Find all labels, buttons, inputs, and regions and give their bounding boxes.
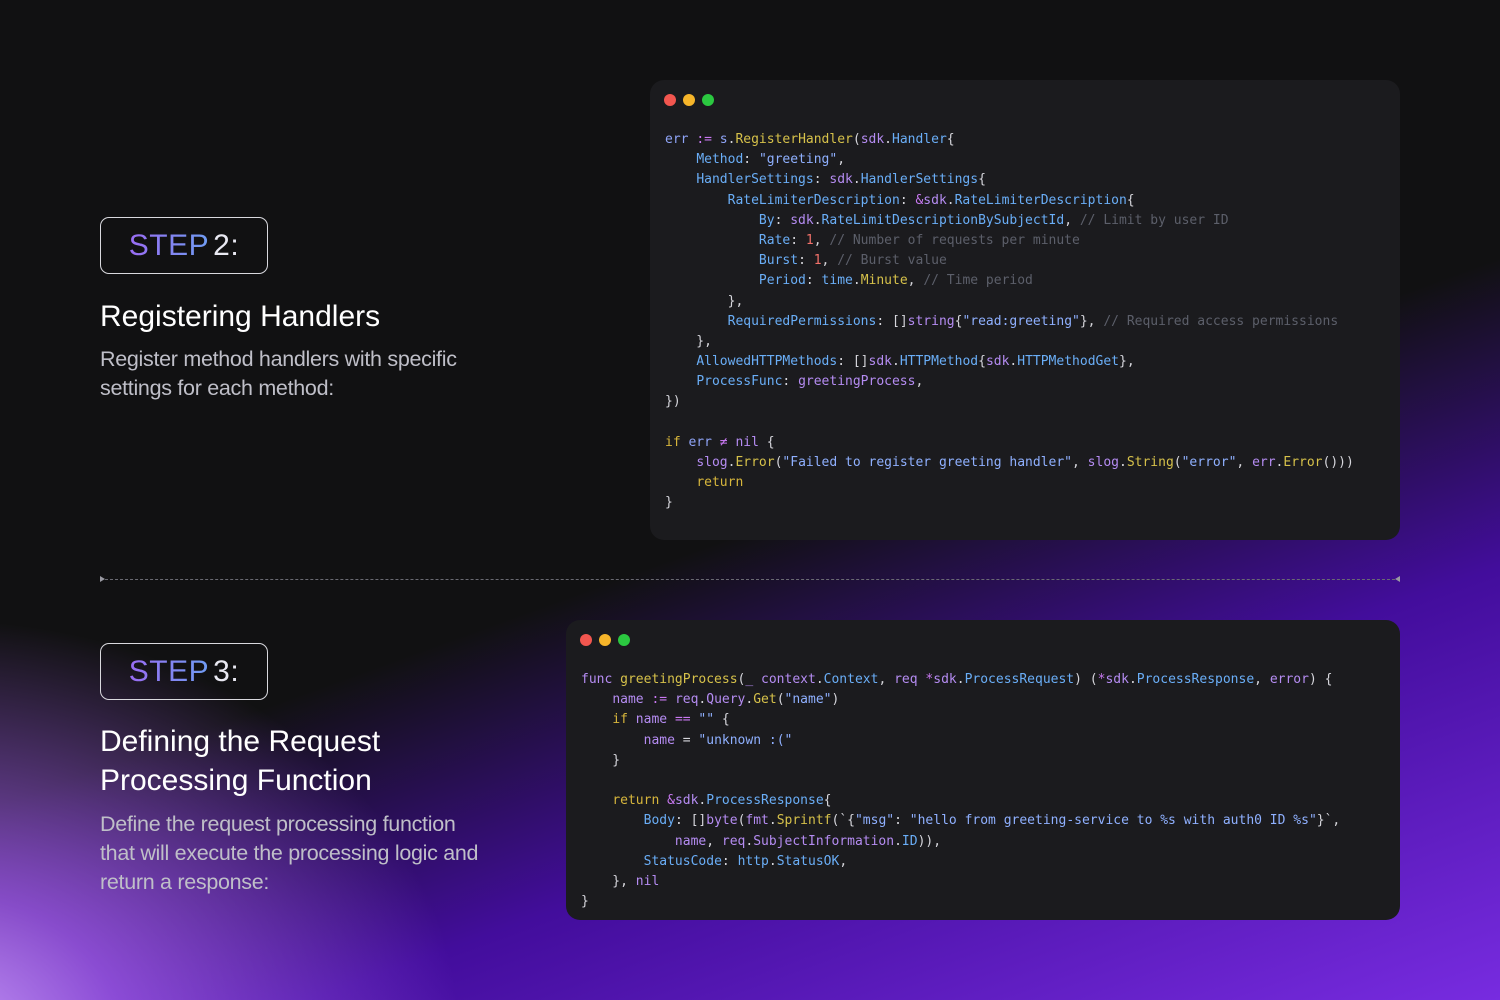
code-line: Method: "greeting",	[696, 152, 846, 168]
code-line: name, req.SubjectInformation.ID)),	[674, 833, 942, 849]
close-dot-icon	[580, 634, 592, 646]
maximize-dot-icon	[618, 634, 630, 646]
code-line: err := s.RegisterHandler(sdk.Handler{	[665, 132, 955, 147]
section-divider	[100, 579, 1400, 580]
window-controls	[664, 94, 714, 106]
step-3-code-block: func greetingProcess(_ context.Context, …	[581, 670, 1340, 912]
step-3-badge-number: 3:	[213, 654, 240, 688]
code-line: if err ≠ nil {	[665, 434, 775, 450]
code-line: Rate: 1, // Number of requests per minut…	[758, 232, 1080, 248]
minimize-dot-icon	[683, 94, 695, 106]
code-line: if name == "" {	[612, 712, 730, 728]
minimize-dot-icon	[599, 634, 611, 646]
code-line: HandlerSettings: sdk.HandlerSettings{	[696, 172, 986, 188]
code-line: func greetingProcess(_ context.Context, …	[581, 672, 1333, 687]
step-3-code-window: func greetingProcess(_ context.Context, …	[566, 620, 1400, 920]
code-line: },	[665, 333, 712, 349]
code-line: By: sdk.RateLimitDescriptionBySubjectId,…	[758, 212, 1229, 228]
step-2-code-window: err := s.RegisterHandler(sdk.Handler{ Me…	[650, 80, 1400, 540]
close-dot-icon	[664, 94, 676, 106]
code-line: Body: []byte(fmt.Sprintf(`{"msg": "hello…	[643, 813, 1341, 829]
maximize-dot-icon	[702, 94, 714, 106]
code-line: RateLimiterDescription: &sdk.RateLimiter…	[727, 192, 1135, 208]
code-line: }	[665, 495, 673, 511]
step-2-code-block: err := s.RegisterHandler(sdk.Handler{ Me…	[665, 130, 1354, 514]
step-2-badge-number: 2:	[213, 228, 240, 262]
step-2-title: Registering Handlers	[100, 300, 381, 333]
window-controls	[580, 634, 630, 646]
code-line: Burst: 1, // Burst value	[758, 253, 947, 269]
code-line: }	[581, 894, 589, 910]
code-line: return &sdk.ProcessResponse{	[612, 793, 832, 809]
code-line: Period: time.Minute, // Time period	[758, 273, 1033, 289]
code-line: ProcessFunc: greetingProcess,	[696, 374, 924, 390]
step-2-badge-word: STEP	[128, 228, 210, 262]
step-2-description: Register method handlers with specific s…	[100, 347, 457, 400]
step-3-description: Define the request processing function t…	[100, 812, 479, 894]
code-line: AllowedHTTPMethods: []sdk.HTTPMethod{sdk…	[696, 354, 1135, 370]
step-3-badge-word: STEP	[128, 654, 210, 688]
code-line: name := req.Query.Get("name")	[612, 692, 840, 708]
code-line: slog.Error("Failed to register greeting …	[696, 455, 1354, 470]
code-line: },	[665, 293, 744, 309]
divider-arrow-left-icon	[100, 576, 105, 582]
code-line: RequiredPermissions: []string{"read:gree…	[727, 313, 1339, 329]
step-2-badge: STEP 2:	[100, 217, 268, 274]
code-line: }	[581, 752, 621, 768]
divider-arrow-right-icon	[1395, 576, 1400, 582]
code-line: })	[665, 394, 681, 410]
step-3-badge: STEP 3:	[100, 643, 268, 700]
code-line: name = "unknown :("	[643, 732, 793, 748]
code-line: }, nil	[581, 873, 660, 889]
code-line: StatusCode: http.StatusOK,	[643, 853, 848, 869]
step-3-title: Defining the Request Processing Function	[100, 725, 381, 797]
code-line: return	[696, 475, 744, 491]
